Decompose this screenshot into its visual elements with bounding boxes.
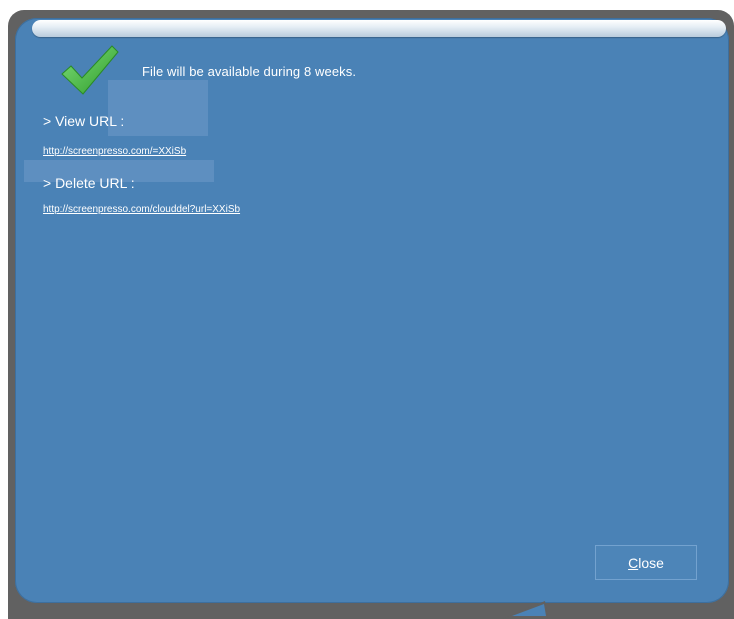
view-url-link[interactable]: http://screenpresso.com/=XXiSb	[43, 146, 186, 157]
dialog-top-bar	[32, 20, 726, 37]
close-button-label: lose	[638, 554, 664, 571]
availability-message: File will be available during 8 weeks.	[142, 64, 357, 79]
delete-url-label: > Delete URL :	[43, 175, 135, 191]
checkmark-icon	[61, 45, 119, 95]
view-url-label: > View URL :	[43, 113, 125, 129]
close-button-mnemonic: C	[628, 554, 639, 571]
delete-url-link[interactable]: http://screenpresso.com/clouddel?url=XXi…	[43, 204, 240, 215]
upload-result-dialog: File will be available during 8 weeks. >…	[0, 0, 734, 619]
close-button[interactable]: Close	[595, 545, 697, 580]
speech-bubble-tail	[502, 601, 548, 619]
